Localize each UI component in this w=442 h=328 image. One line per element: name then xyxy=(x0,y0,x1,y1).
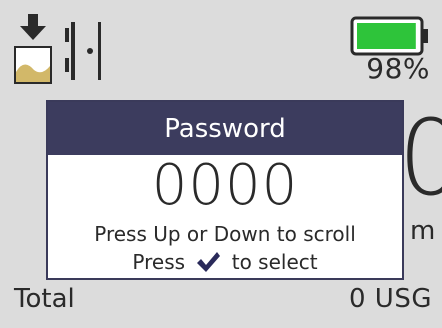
password-code[interactable]: 0000 xyxy=(48,158,402,214)
checkmark-icon xyxy=(197,252,221,272)
battery-percent: 98% xyxy=(366,52,430,85)
scroll-instruction: Press Up or Down to scroll xyxy=(94,222,356,246)
password-dialog: Password 0000 Press Up or Down to scroll… xyxy=(46,100,404,280)
dialog-title: Password xyxy=(48,102,402,155)
flow-unit: m xyxy=(410,216,436,246)
select-instruction: Press to select xyxy=(48,250,402,274)
flow-readout: 0 xyxy=(398,97,442,219)
select-instruction-suffix: to select xyxy=(231,250,318,274)
tank-level-icon xyxy=(14,14,52,84)
valve-icon xyxy=(65,22,101,80)
total-value: 0 USG xyxy=(349,284,432,314)
battery-icon xyxy=(350,16,428,56)
select-instruction-prefix: Press xyxy=(132,250,186,274)
total-label: Total xyxy=(14,284,75,314)
